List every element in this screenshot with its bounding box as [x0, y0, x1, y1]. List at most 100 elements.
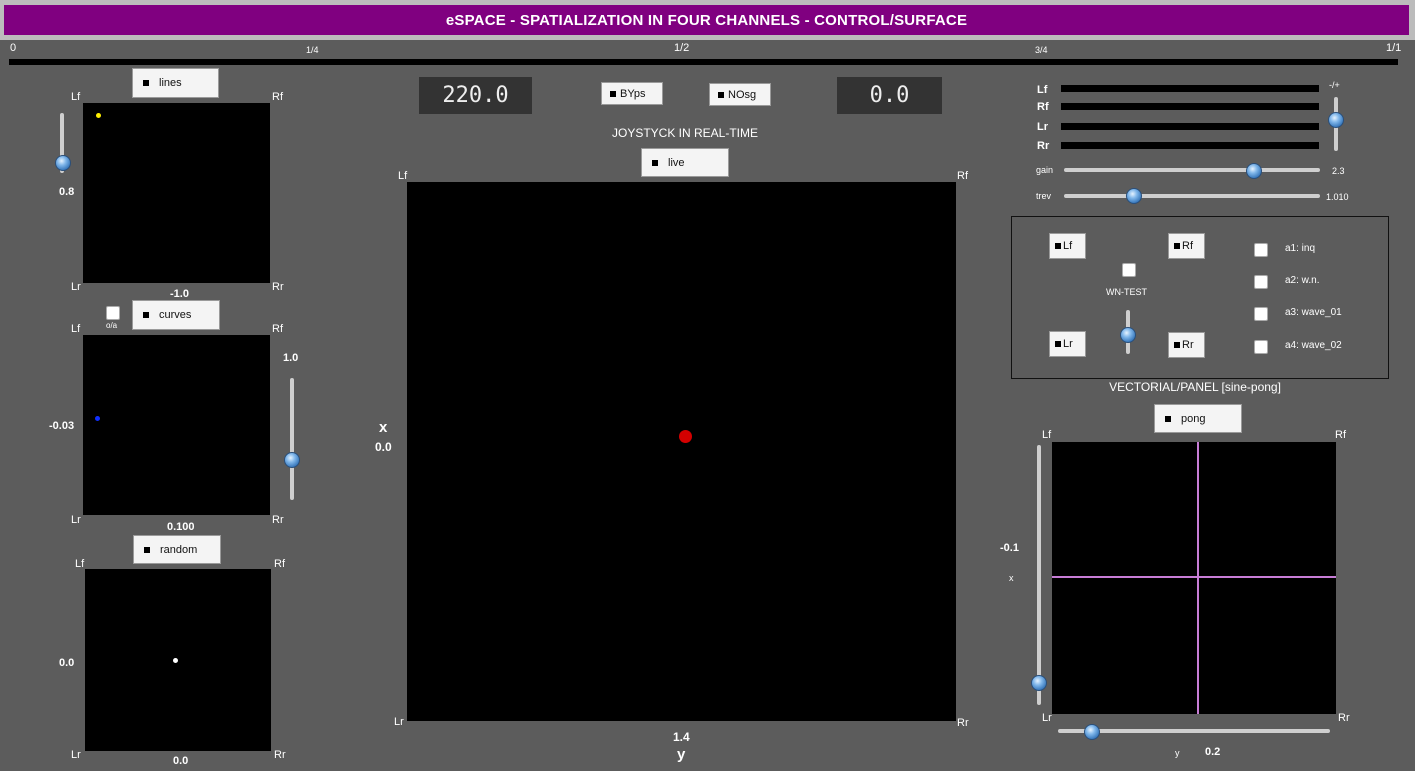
joystick-y-value: 1.4	[673, 730, 690, 744]
trev-slider[interactable]	[1064, 194, 1320, 198]
bypass-button[interactable]: BYps	[601, 82, 663, 105]
joystick-x-label: x	[379, 419, 388, 436]
live-button[interactable]: live	[641, 148, 729, 177]
gain-slider-knob[interactable]	[1246, 163, 1262, 179]
vector-corner-lr: Lr	[1042, 712, 1052, 724]
number-box-right[interactable]: 0.0	[837, 77, 942, 114]
timeline-tick-quarter: 1/4	[306, 45, 319, 55]
random-button[interactable]: random	[133, 535, 221, 564]
meter-label-lr: Lr	[1037, 121, 1048, 133]
curves-slider-knob[interactable]	[284, 452, 300, 468]
wn-test-checkbox[interactable]	[1122, 263, 1136, 277]
curves-corner-rr: Rr	[272, 514, 284, 526]
wn-test-slider-knob[interactable]	[1120, 327, 1136, 343]
meter-rf	[1061, 103, 1319, 110]
random-corner-lf: Lf	[75, 558, 85, 570]
joystick-y-label: y	[677, 746, 686, 763]
test-rf-button[interactable]: Rf	[1168, 233, 1205, 259]
trev-label: trev	[1036, 191, 1052, 201]
trev-slider-knob[interactable]	[1126, 188, 1142, 204]
random-button-label: random	[160, 543, 198, 556]
curves-pad[interactable]	[83, 335, 270, 515]
curves-corner-rf: Rf	[272, 323, 283, 335]
vector-y-label: y	[1175, 748, 1180, 758]
joystick-pad[interactable]	[407, 182, 956, 721]
audio-a3-label: a3: wave_01	[1285, 307, 1342, 318]
audio-a1-checkbox[interactable]	[1254, 243, 1268, 257]
curves-button-label: curves	[159, 309, 192, 321]
joystick-position-dot[interactable]	[679, 430, 692, 443]
vector-x-slider[interactable]	[1037, 445, 1041, 705]
timeline-tick-half: 1/2	[674, 42, 690, 54]
curves-oa-checkbox[interactable]	[106, 306, 120, 320]
curves-slider[interactable]	[290, 378, 294, 500]
meter-lr	[1061, 123, 1319, 130]
meter-label-rf: Rf	[1037, 101, 1049, 113]
lines-button-label: lines	[159, 77, 182, 89]
random-corner-rf: Rf	[274, 558, 285, 570]
lines-corner-lf: Lf	[71, 91, 81, 103]
bypass-button-label: BYps	[620, 87, 646, 100]
test-rr-button[interactable]: Rr	[1168, 332, 1205, 358]
toggle-square-icon	[1055, 243, 1061, 249]
random-bottom-value: 0.0	[173, 755, 189, 767]
audio-a2-checkbox[interactable]	[1254, 275, 1268, 289]
joystick-corner-rf: Rf	[957, 170, 968, 182]
audio-a4-checkbox[interactable]	[1254, 340, 1268, 354]
joystick-x-value: 0.0	[375, 440, 392, 454]
random-corner-rr: Rr	[274, 749, 286, 761]
random-pad[interactable]	[85, 569, 271, 751]
random-left-value: 0.0	[59, 657, 75, 669]
audio-a2-label: a2: w.n.	[1285, 275, 1320, 286]
vector-y-value: 0.2	[1205, 746, 1221, 758]
joystick-title: JOYSTYCK IN REAL-TIME	[611, 126, 759, 140]
gain-slider[interactable]	[1064, 168, 1320, 172]
curves-bottom-value: 0.100	[167, 521, 195, 533]
lines-corner-rr: Rr	[272, 281, 284, 293]
test-rr-label: Rr	[1182, 339, 1194, 351]
test-lr-label: Lr	[1063, 338, 1073, 350]
curves-corner-lr: Lr	[71, 514, 81, 526]
nosg-button[interactable]: NOsg	[709, 83, 771, 106]
curves-button[interactable]: curves	[132, 300, 220, 330]
vector-pad[interactable]	[1052, 442, 1336, 714]
toggle-square-icon	[718, 91, 724, 98]
toggle-square-icon	[1174, 342, 1180, 348]
lines-corner-lr: Lr	[71, 281, 81, 293]
live-button-label: live	[668, 156, 685, 169]
vector-x-value: -0.1	[1000, 542, 1019, 554]
volume-slider-knob[interactable]	[1328, 112, 1344, 128]
joystick-corner-lr: Lr	[394, 716, 404, 728]
number-box-left[interactable]: 220.0	[419, 77, 532, 114]
vector-y-slider-knob[interactable]	[1084, 724, 1100, 740]
timeline-tick-end: 1/1	[1386, 42, 1402, 54]
title-bar: eSPACE - SPATIALIZATION IN FOUR CHANNELS…	[0, 0, 1415, 40]
lines-pad[interactable]	[83, 103, 270, 283]
timeline-tick-three-quarter: 3/4	[1035, 45, 1048, 55]
test-lf-label: Lf	[1063, 240, 1073, 252]
vector-x-slider-knob[interactable]	[1031, 675, 1047, 691]
lines-bottom-value: -1.0	[170, 288, 189, 300]
toggle-square-icon	[144, 546, 150, 553]
test-rf-label: Rf	[1182, 240, 1193, 252]
toggle-square-icon	[1165, 415, 1171, 422]
lines-corner-rf: Rf	[272, 91, 283, 103]
timeline-bar[interactable]	[9, 59, 1398, 65]
curves-left-value: -0.03	[49, 420, 75, 432]
vectorial-title: VECTORIAL/PANEL [sine-pong]	[1109, 380, 1281, 394]
lines-slider-knob[interactable]	[55, 155, 71, 171]
vector-x-label: x	[1009, 573, 1014, 583]
curves-oa-label: o/a	[106, 321, 118, 330]
pong-button[interactable]: pong	[1154, 404, 1242, 433]
pong-button-label: pong	[1181, 412, 1206, 425]
lines-button[interactable]: lines	[132, 68, 219, 98]
toggle-square-icon	[1174, 243, 1180, 249]
meter-rr	[1061, 142, 1319, 149]
toggle-square-icon	[652, 159, 658, 166]
trev-value: 1.010	[1326, 192, 1349, 202]
app-title: eSPACE - SPATIALIZATION IN FOUR CHANNELS…	[4, 5, 1409, 35]
audio-a3-checkbox[interactable]	[1254, 307, 1268, 321]
test-lf-button[interactable]: Lf	[1049, 233, 1086, 259]
test-lr-button[interactable]: Lr	[1049, 331, 1086, 357]
curves-corner-lf: Lf	[71, 323, 81, 335]
